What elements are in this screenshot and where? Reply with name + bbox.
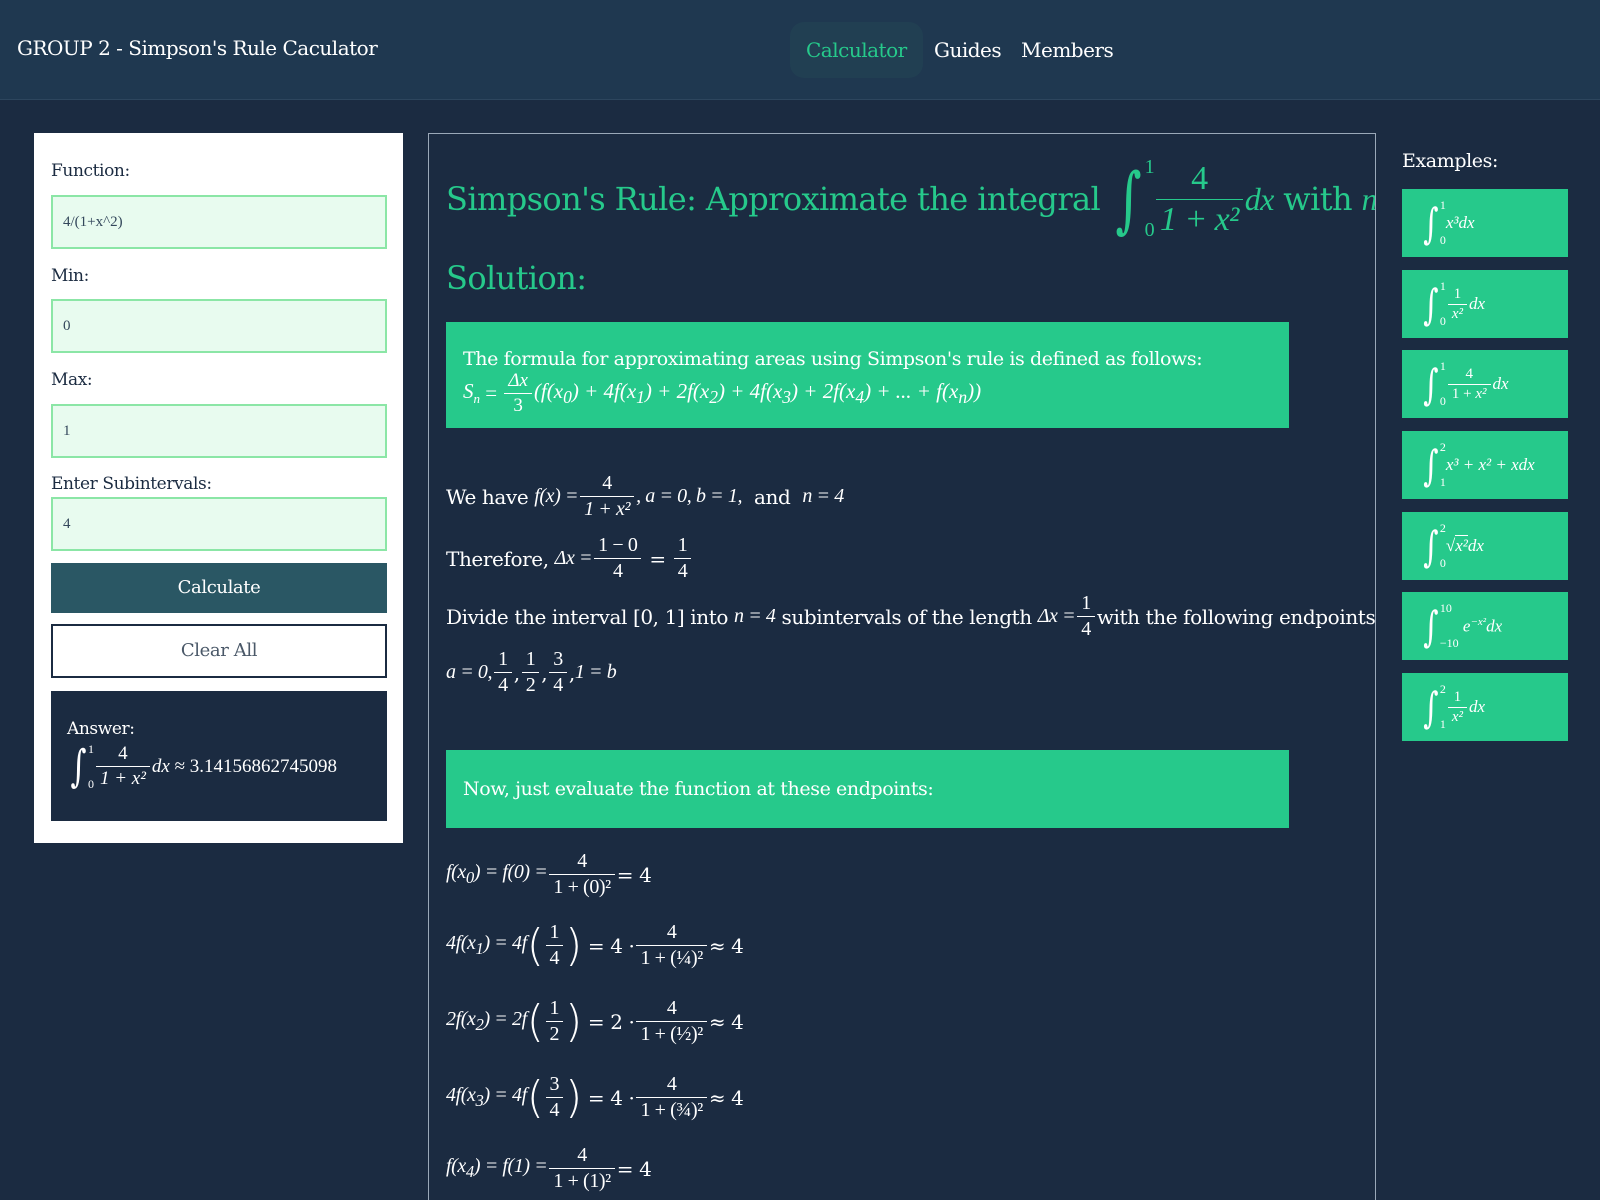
solution-heading: Solution:: [446, 259, 587, 297]
nav-members[interactable]: Members: [1005, 22, 1129, 78]
example-one-over-x-squared[interactable]: ∫ 1 0 1 x² dx: [1402, 270, 1568, 338]
top-navbar: GROUP 2 - Simpson's Rule Caculator Calcu…: [0, 0, 1600, 100]
eval-line-0: f(x0) = f(0) = 41 + (0)² = 4: [446, 850, 652, 898]
title-with: with: [1283, 180, 1352, 218]
eval-line-2: 2f(x2) = 2f(1 2) = 2 · 41 + (½)² ≈ 4: [446, 996, 744, 1047]
answer-box: Answer: ∫ 1 0 41 + x² dx ≈ 3.1415686274509…: [51, 691, 387, 821]
calculator-form: Function: 4/(1+x^2) Min: 0 Max: 1 Enter …: [34, 133, 403, 843]
min-label: Min:: [51, 266, 89, 286]
eval-line-4: f(x4) = f(1) = 41 + (1)² = 4: [446, 1144, 652, 1192]
formula-box: The formula for approximating areas usin…: [446, 322, 1289, 428]
example-x-cubed[interactable]: ∫ 1 0 x³dx: [1402, 189, 1568, 257]
divide-suffix-b: with the following endpoints:: [1096, 604, 1376, 629]
divide-line: Divide the interval [0, 1] into n = 4 su…: [446, 592, 1376, 641]
integral-sign: ∫ 1 0: [70, 741, 94, 792]
examples-title: Examples:: [1402, 150, 1498, 172]
answer-label: Answer:: [67, 719, 135, 739]
subintervals-input[interactable]: 4: [51, 497, 387, 551]
function-input[interactable]: 4/(1+x^2): [51, 195, 387, 249]
solution-panel: Simpson's Rule: Approximate the integral…: [428, 133, 1376, 1200]
problem-title: Simpson's Rule: Approximate the integral…: [446, 156, 1376, 241]
subintervals-label: Enter Subintervals:: [51, 474, 212, 494]
simpson-formula: Sn = Δx 3 (f(x0) + 4f(x1) + 2f(x2) + 4f(x…: [463, 370, 982, 416]
endpoints-line: a = 0, 14, 12, 34, 1 = b: [446, 648, 617, 696]
example-polynomial[interactable]: ∫ 2 1 x³ + x² + xdx: [1402, 431, 1568, 499]
answer-expression: ∫ 1 0 41 + x² dx ≈ 3.14156862745098: [67, 741, 371, 792]
example-gaussian[interactable]: ∫ 10 −10 e−x²dx: [1402, 592, 1568, 660]
clear-all-button[interactable]: Clear All: [51, 624, 387, 678]
title-integral: ∫ 1 0: [1115, 156, 1155, 241]
divide-prefix: Divide the interval: [446, 604, 627, 629]
nav-guides[interactable]: Guides: [918, 22, 1017, 78]
example-one-over-x-squared-1-to-2[interactable]: ∫ 2 1 1 x² dx: [1402, 673, 1568, 741]
example-sqrt-x-squared[interactable]: ∫ 2 0 √x²dx: [1402, 512, 1568, 580]
example-four-over-one-plus-x-squared[interactable]: ∫ 1 0 41 + x² dx: [1402, 350, 1568, 418]
eval-line-3: 4f(x3) = 4f(3 4) = 4 · 41 + (¾)² ≈ 4: [446, 1072, 744, 1123]
formula-intro: The formula for approximating areas usin…: [463, 348, 1203, 370]
we-have-text: We have: [446, 484, 529, 509]
eval-line-1: 4f(x1) = 4f(1 4) = 4 · 41 + (¼)² ≈ 4: [446, 920, 744, 971]
max-label: Max:: [51, 370, 93, 390]
divide-into: into: [690, 604, 729, 629]
therefore-text: Therefore,: [446, 546, 549, 571]
we-have-line: We have f(x) = 41 + x² , a = 0, b = 1, a…: [446, 472, 844, 520]
function-label: Function:: [51, 161, 130, 181]
min-input[interactable]: 0: [51, 299, 387, 353]
max-input[interactable]: 1: [51, 404, 387, 458]
calculate-button[interactable]: Calculate: [51, 563, 387, 613]
brand-title[interactable]: GROUP 2 - Simpson's Rule Caculator: [17, 36, 378, 60]
answer-value: 3.14156862745098: [189, 755, 338, 777]
nav-calculator[interactable]: Calculator: [790, 22, 923, 78]
title-prefix: Simpson's Rule: Approximate the integral: [446, 180, 1101, 218]
therefore-line: Therefore, Δx = 1 − 04 = 14: [446, 534, 693, 583]
divide-suffix-a: subintervals of the length: [781, 604, 1032, 629]
evaluate-box: Now, just evaluate the function at these…: [446, 750, 1289, 828]
